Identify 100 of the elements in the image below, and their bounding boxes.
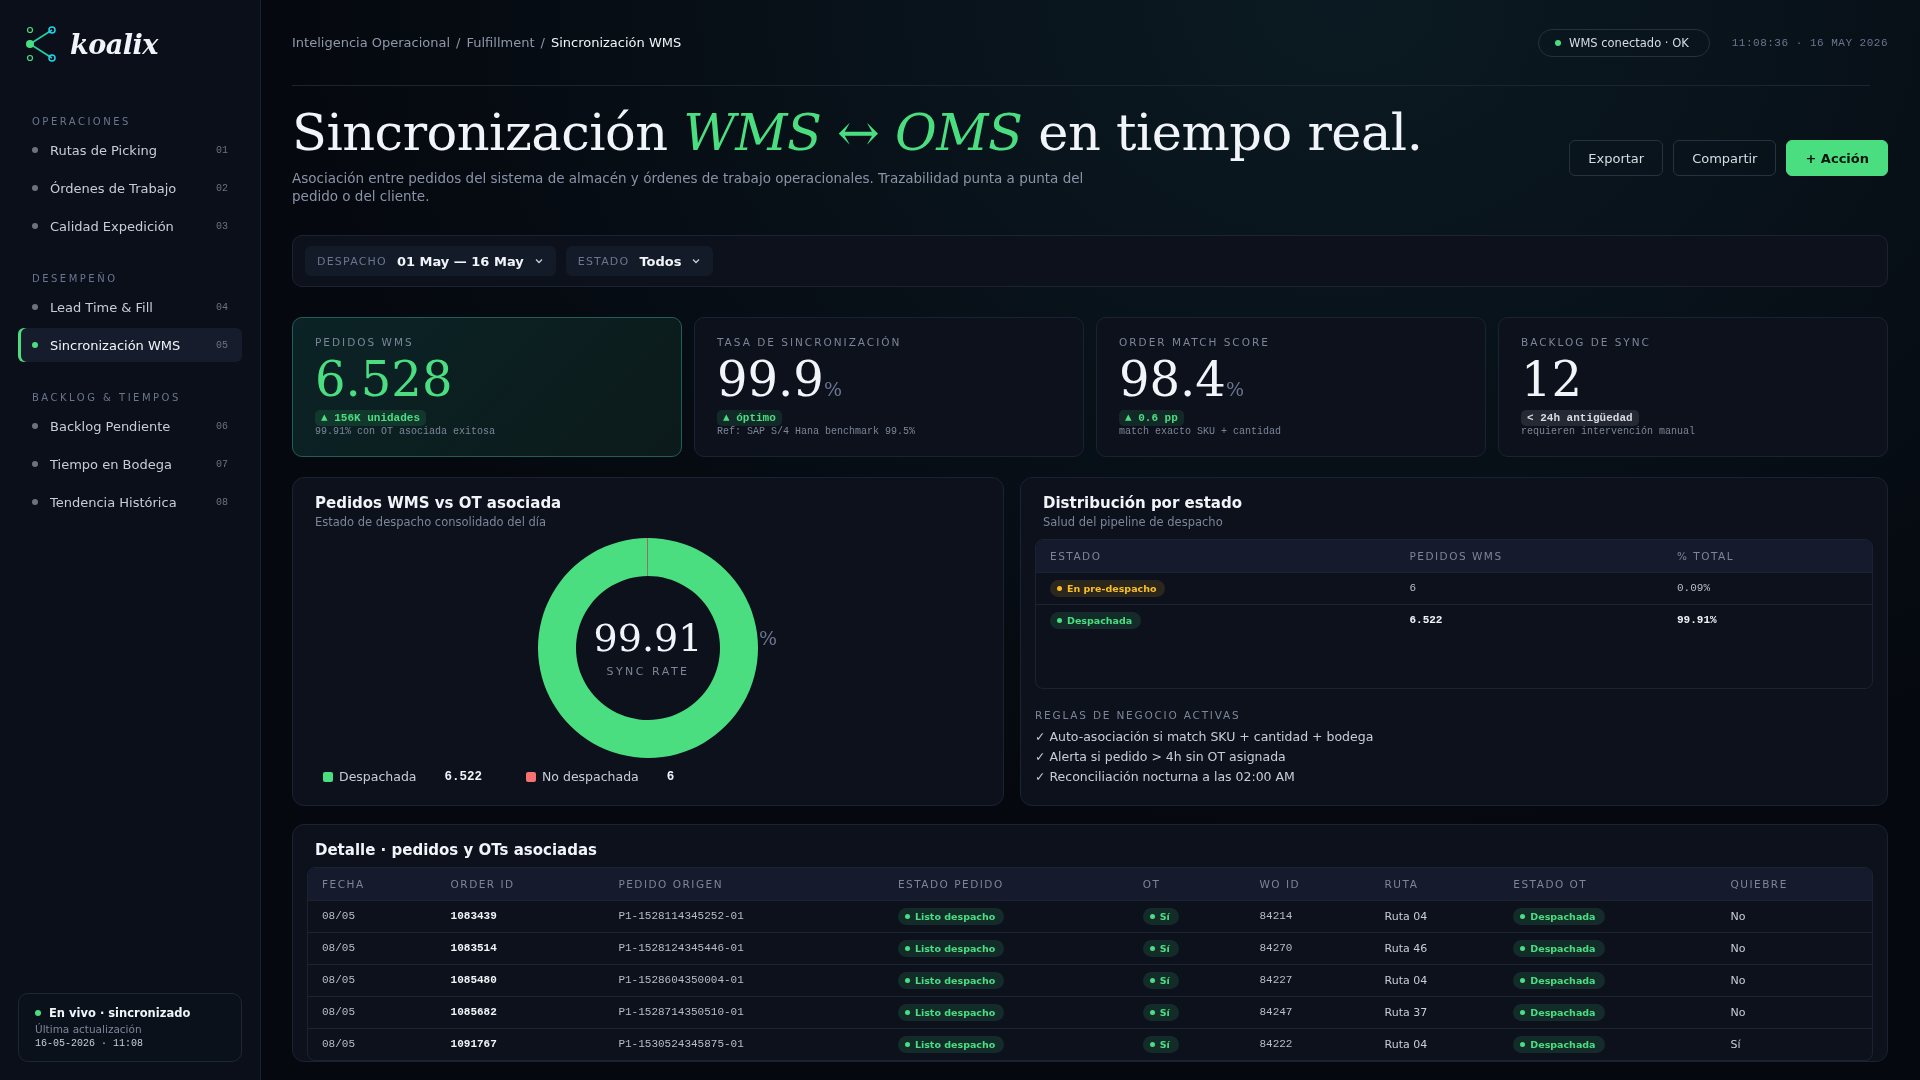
kpi-badge: ▲ 0.6 pp (1119, 410, 1184, 427)
table-cell: No (1716, 900, 1872, 933)
status-badge: Despachada (1513, 971, 1605, 989)
table-cell: 08/05 (308, 1028, 437, 1061)
nav-item[interactable]: Órdenes de Trabajo 02 (18, 171, 242, 205)
card-title: Distribución por estado (1043, 494, 1243, 513)
table-cell: 84270 (1245, 932, 1371, 965)
table-cell: 1085682 (436, 996, 605, 1029)
kpi-note: requieren intervención manual (1521, 426, 1697, 438)
business-rule: ✓ Reconciliación nocturna a las 02:00 AM (1035, 769, 1296, 785)
breadcrumb-link[interactable]: Fulfillment (466, 35, 535, 50)
table-cell: Ruta 37 (1370, 996, 1500, 1029)
rules-title: REGLAS DE NEGOCIO ACTIVAS (1035, 709, 1242, 722)
table-cell: 99.91% (1663, 604, 1872, 637)
table-cell: 08/05 (308, 964, 437, 997)
nav-item[interactable]: Tendencia Histórica 08 (18, 485, 242, 519)
kpi-value: 98.4 (1119, 354, 1226, 405)
table-cell: No (1716, 964, 1872, 997)
status-badge: Despachada (1513, 1035, 1605, 1053)
filter-dropdown[interactable]: DESPACHO 01 May — 16 May (305, 246, 556, 277)
status-badge: Sí (1142, 939, 1179, 957)
table-cell: 84247 (1245, 996, 1371, 1029)
column-header: ESTADO OT (1499, 868, 1717, 901)
table-cell: P1-1528604350004-01 (604, 964, 884, 997)
column-header: ESTADO PEDIDO (883, 868, 1129, 901)
kpi-badge: < 24h antigüedad (1521, 410, 1639, 427)
status-badge: Despachada (1513, 939, 1605, 957)
sync-rate-unit: % (759, 627, 779, 650)
card-subtitle: Salud del pipeline de despacho (1043, 515, 1224, 530)
breadcrumb-separator: / (540, 35, 545, 50)
kpi-value: 6.528 (315, 354, 453, 405)
live-status-title: En vivo · sincronizado (49, 1006, 191, 1020)
legend-value: 6 (666, 769, 675, 784)
status-badge: Listo despacho (897, 1035, 1005, 1053)
breadcrumb-link[interactable]: Inteligencia Operacional (292, 35, 451, 50)
table-cell: 84214 (1245, 900, 1371, 933)
status-badge: En pre-despacho (1050, 579, 1166, 597)
status-dot-icon (35, 1010, 41, 1016)
primary-action-button[interactable]: + Acción (1786, 140, 1888, 176)
table-cell: 84227 (1245, 964, 1371, 997)
column-header: RUTA (1370, 868, 1500, 901)
kpi-value: 12 (1521, 354, 1583, 405)
table-cell: 84222 (1245, 1028, 1371, 1061)
legend-label: No despachada (542, 769, 639, 785)
column-header: ORDER ID (436, 868, 605, 901)
status-badge: Despachada (1050, 611, 1142, 629)
nav-item[interactable]: Lead Time & Fill 04 (18, 290, 242, 324)
nav-section-title: DESEMPEÑO (31, 273, 119, 284)
sync-rate-label: SYNC RATE (606, 664, 690, 678)
filter-dropdown[interactable]: ESTADO Todos (565, 246, 714, 277)
table-cell: Ruta 04 (1370, 964, 1500, 997)
kpi-label: TASA DE SINCRONIZACIÓN (717, 336, 903, 349)
table-cell: No (1716, 996, 1872, 1029)
kpi-label: PEDIDOS WMS (315, 336, 415, 349)
card-title: Pedidos WMS vs OT asociada (315, 494, 563, 513)
action-button[interactable]: Exportar (1569, 140, 1664, 176)
column-header: FECHA (308, 868, 437, 901)
kpi-note: Ref: SAP S/4 Hana benchmark 99.5% (717, 426, 917, 438)
column-header: PEDIDO ORIGEN (604, 868, 884, 901)
status-badge: Listo despacho (897, 907, 1005, 925)
status-badge: Listo despacho (897, 971, 1005, 989)
table-cell: No (1716, 932, 1872, 965)
breadcrumb-separator: / (456, 35, 461, 50)
kpi-value: 99.9 (717, 354, 824, 405)
table-cell: 08/05 (308, 932, 437, 965)
nav-item[interactable]: Rutas de Picking 01 (18, 133, 242, 167)
nav-item[interactable]: Calidad Expedición 03 (18, 209, 242, 243)
column-header: PEDIDOS WMS (1395, 540, 1663, 573)
brand-name: koalix (70, 28, 158, 60)
table-cell: 1091767 (436, 1028, 605, 1061)
table-cell: P1-1528114345252-01 (604, 900, 884, 933)
page-subtitle: Asociación entre pedidos del sistema de almacén y órdenes de trabajo operacionales. Trazabilidad punta a punta del pedido o del cliente. (292, 168, 1085, 206)
table-cell: 0.09% (1663, 572, 1872, 605)
business-rule: ✓ Alerta si pedido > 4h sin OT asignada (1035, 749, 1287, 765)
column-header: OT (1128, 868, 1246, 901)
status-badge: Listo despacho (897, 1003, 1005, 1021)
kpi-unit: % (823, 378, 842, 401)
table-cell: 6 (1395, 572, 1663, 605)
kpi-badge: ▲ óptimo (717, 410, 782, 427)
status-badge: Sí (1142, 1003, 1179, 1021)
column-header: QUIEBRE (1716, 868, 1872, 901)
nav-section-title: BACKLOG & TIEMPOS (31, 392, 182, 403)
action-button[interactable]: Compartir (1673, 140, 1777, 176)
table-cell: Ruta 04 (1370, 900, 1500, 933)
kpi-unit: % (1225, 378, 1244, 401)
nav-item[interactable]: Backlog Pendiente 06 (18, 409, 242, 443)
nav-item[interactable]: Tiempo en Bodega 07 (18, 447, 242, 481)
kpi-note: match exacto SKU + cantidad (1119, 426, 1283, 438)
table-cell: P1-1530524345875-01 (604, 1028, 884, 1061)
card-subtitle: Estado de despacho consolidado del día (315, 515, 548, 530)
clock: 11:08:36 · 16 MAY 2026 (1731, 36, 1888, 49)
breadcrumb-link[interactable]: Sincronización WMS (550, 35, 682, 50)
table-cell: Ruta 04 (1370, 1028, 1500, 1061)
kpi-badge: ▲ 156K unidades (315, 410, 427, 427)
sync-rate-value: 99.91 (593, 618, 703, 657)
status-badge: Listo despacho (897, 939, 1005, 957)
status-badge: Despachada (1513, 907, 1605, 925)
business-rule: ✓ Auto-asociación si match SKU + cantidad + bodega (1035, 729, 1375, 745)
nav-item[interactable]: Sincronización WMS 05 (18, 328, 242, 362)
table-cell: 1085480 (436, 964, 605, 997)
